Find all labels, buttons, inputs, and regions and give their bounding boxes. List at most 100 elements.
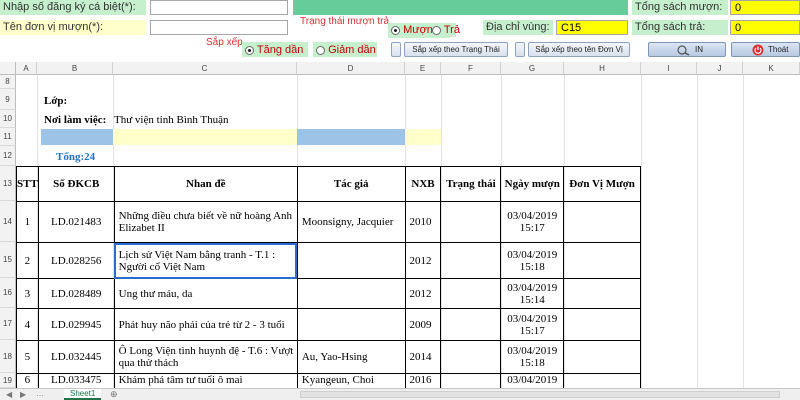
table-row[interactable]: 6 LD.033475 Khám phá tâm tư tuổi ô mai K… (16, 373, 641, 389)
blue-cell-d[interactable] (297, 129, 405, 145)
cell-author[interactable]: Au, Yao-Hsing (296, 340, 406, 374)
horizontal-scrollbar[interactable] (300, 391, 780, 398)
row-header[interactable]: 14 (0, 201, 16, 242)
cell-stt[interactable]: 3 (16, 278, 39, 309)
cell-author[interactable]: Kyangeun, Choi (296, 373, 406, 389)
cell-dkcb[interactable]: LD.028489 (37, 278, 115, 309)
row-header[interactable]: 8 (0, 75, 16, 89)
cell-author[interactable] (296, 308, 406, 341)
tab-more-icon[interactable]: … (36, 388, 44, 399)
sort-unit-handle[interactable] (515, 42, 525, 57)
cell-date[interactable]: 03/04/2019 (500, 373, 565, 389)
cell-nxb[interactable]: 2009 (404, 308, 442, 341)
cell-unit[interactable] (563, 340, 641, 374)
cell-dkcb[interactable]: LD.033475 (37, 373, 115, 389)
cell-unit[interactable] (563, 242, 641, 279)
print-button[interactable]: IN (648, 42, 726, 57)
cell-title[interactable]: Ung thư máu, da (113, 278, 298, 309)
cell-nxb[interactable]: 2012 (404, 278, 442, 309)
table-row[interactable]: 2 LD.028256 Lịch sử Việt Nam bằng tranh … (16, 242, 641, 279)
cell-unit[interactable] (563, 278, 641, 309)
cell-stt[interactable]: 4 (16, 308, 39, 341)
tab-scroll-right-icon[interactable]: ▶ (20, 389, 26, 400)
cell-date[interactable]: 03/04/2019 15:17 (500, 201, 565, 243)
table-row[interactable]: 5 LD.032445 Ô Long Viện tình huynh đệ - … (16, 340, 641, 374)
cell-unit[interactable] (563, 201, 641, 243)
radio-borrow[interactable]: Mượn (391, 23, 433, 37)
row-header[interactable]: 15 (0, 242, 16, 278)
sort-by-status-button[interactable]: Sắp xếp theo Trạng Thái (404, 42, 508, 57)
cell-date[interactable]: 03/04/2019 15:17 (500, 308, 565, 341)
column-header-g[interactable]: G (501, 62, 564, 75)
yellow-cell-e[interactable] (405, 129, 441, 145)
cell-status[interactable] (440, 340, 502, 374)
table-row[interactable]: 3 LD.028489 Ung thư máu, da 2012 03/04/2… (16, 278, 641, 309)
column-header-f[interactable]: F (441, 62, 501, 75)
cell-date[interactable]: 03/04/2019 15:18 (500, 242, 565, 279)
cell-nxb[interactable]: 2010 (404, 201, 442, 243)
column-header-e[interactable]: E (405, 62, 441, 75)
sort-status-handle[interactable] (391, 42, 401, 57)
cell-title[interactable]: Ô Long Viện tình huynh đệ - T.6 : Vượt q… (113, 340, 298, 374)
row-header[interactable]: 18 (0, 340, 16, 373)
select-all-corner[interactable] (0, 62, 16, 75)
cell-stt[interactable]: 6 (16, 373, 39, 389)
sort-desc-option[interactable]: Giảm dần (313, 42, 377, 57)
cell-nxb[interactable]: 2016 (404, 373, 442, 389)
cell-stt[interactable]: 2 (16, 242, 39, 279)
row-header[interactable]: 16 (0, 278, 16, 308)
blue-cell-b[interactable] (41, 129, 113, 145)
cell-title[interactable]: Khám phá tâm tư tuổi ô mai (113, 373, 298, 389)
column-header-h[interactable]: H (564, 62, 641, 75)
cell-dkcb[interactable]: LD.028256 (37, 242, 115, 279)
cell-dkcb[interactable]: LD.029945 (37, 308, 115, 341)
tab-scroll-left-icon[interactable]: ◀ (6, 389, 12, 400)
cell-date[interactable]: 03/04/2019 15:14 (500, 278, 565, 309)
sort-asc-option[interactable]: Tăng dần (242, 42, 308, 57)
cell-dkcb[interactable]: LD.032445 (37, 340, 115, 374)
column-header-c[interactable]: C (113, 62, 297, 75)
row-header[interactable]: 11 (0, 128, 16, 146)
cell-date[interactable]: 03/04/2019 15:18 (500, 340, 565, 374)
row-header[interactable]: 19 (0, 373, 16, 388)
cell-author[interactable] (296, 242, 406, 279)
cell-author[interactable]: Moonsigny, Jacquier (296, 201, 406, 243)
column-header-d[interactable]: D (297, 62, 405, 75)
cell-author[interactable] (296, 278, 406, 309)
cell-status[interactable] (440, 308, 502, 341)
yellow-cell-c[interactable] (113, 129, 297, 145)
registration-input[interactable] (150, 0, 288, 15)
cell-unit[interactable] (563, 308, 641, 341)
cell-nxb[interactable]: 2012 (404, 242, 442, 279)
table-row[interactable]: 1 LD.021483 Những điều chưa biết về nữ h… (16, 201, 641, 243)
cell-status[interactable] (440, 242, 502, 279)
cell-dkcb[interactable]: LD.021483 (37, 201, 115, 243)
column-header-i[interactable]: I (641, 62, 697, 75)
column-header-a[interactable]: A (16, 62, 37, 75)
cell-title-selected[interactable]: Lịch sử Việt Nam bằng tranh - T.1 : Ngườ… (113, 242, 298, 279)
row-header[interactable]: 9 (0, 89, 16, 110)
cell-status[interactable] (440, 373, 502, 389)
cell-title[interactable]: Phát huy não phải của trẻ từ 2 - 3 tuổi (113, 308, 298, 341)
add-sheet-icon[interactable]: ⊕ (110, 389, 118, 400)
table-row[interactable]: 4 LD.029945 Phát huy não phải của trẻ từ… (16, 308, 641, 341)
exit-button[interactable]: Thoát (731, 42, 800, 57)
row-header[interactable]: 10 (0, 110, 16, 128)
cell-stt[interactable]: 1 (16, 201, 39, 243)
column-header-j[interactable]: J (697, 62, 743, 75)
cell-stt[interactable]: 5 (16, 340, 39, 374)
cell-status[interactable] (440, 278, 502, 309)
cell-nxb[interactable]: 2014 (404, 340, 442, 374)
sort-by-unit-button[interactable]: Sắp xếp theo tên Đơn Vị (528, 42, 630, 57)
row-header[interactable]: 13 (0, 166, 16, 201)
column-header-k[interactable]: K (743, 62, 800, 75)
row-header[interactable]: 17 (0, 308, 16, 340)
cell-unit[interactable] (563, 373, 641, 389)
column-header-b[interactable]: B (37, 62, 113, 75)
cell-title[interactable]: Những điều chưa biết về nữ hoàng Anh Eli… (113, 201, 298, 243)
unit-input[interactable] (150, 20, 288, 35)
cell-status[interactable] (440, 201, 502, 243)
sheet-tab[interactable]: Sheet1 (64, 389, 102, 400)
radio-return[interactable]: Trả (432, 23, 460, 37)
row-header[interactable]: 12 (0, 146, 16, 166)
